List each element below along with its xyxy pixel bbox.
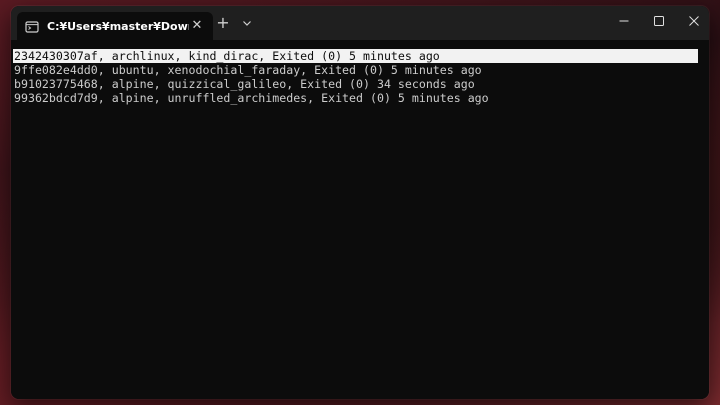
close-button[interactable] [677,6,709,34]
chevron-down-icon [242,13,252,32]
terminal-line-selected[interactable]: 2342430307af, archlinux, kind_dirac, Exi… [13,49,698,63]
terminal-window: C:¥Users¥master¥Downloads¥ ✕ + [11,6,709,399]
new-tab-button[interactable]: + [213,14,233,32]
terminal-icon [25,19,39,33]
maximize-button[interactable] [642,6,676,34]
tab-close-button[interactable]: ✕ [189,18,205,34]
maximize-icon [654,11,664,30]
title-bar[interactable]: C:¥Users¥master¥Downloads¥ ✕ + [11,6,709,40]
terminal-line[interactable]: 99362bdcd7d9, alpine, unruffled_archimed… [13,91,698,105]
minimize-icon [619,11,629,30]
tab-title: C:¥Users¥master¥Downloads¥ [47,19,189,33]
tab-downloads[interactable]: C:¥Users¥master¥Downloads¥ ✕ [17,12,213,40]
close-icon [689,11,699,30]
tab-dropdown-button[interactable] [237,14,257,32]
terminal-line[interactable]: b91023775468, alpine, quizzical_galileo,… [13,77,698,91]
terminal-line[interactable]: 9ffe082e4dd0, ubuntu, xenodochial_farada… [13,63,698,77]
terminal-output[interactable]: 2342430307af, archlinux, kind_dirac, Exi… [11,42,709,399]
minimize-button[interactable] [607,6,641,34]
